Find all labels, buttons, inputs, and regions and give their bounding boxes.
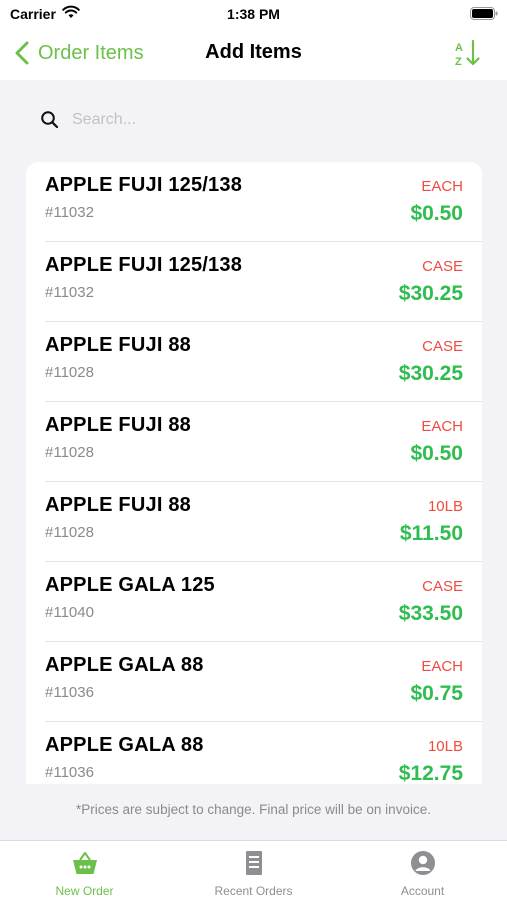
list-item[interactable]: APPLE FUJI 88 #11028 EACH $0.50 bbox=[26, 402, 482, 482]
search-icon bbox=[41, 111, 59, 129]
item-sku: #11036 bbox=[45, 684, 94, 701]
item-name: APPLE FUJI 125/138 bbox=[45, 174, 243, 196]
item-price: $12.75 bbox=[398, 762, 463, 784]
list-item[interactable]: APPLE FUJI 88 #11028 10LB $11.50 bbox=[26, 482, 482, 562]
list-item[interactable]: APPLE GALA 88 #11036 10LB $12.75 bbox=[26, 722, 482, 784]
clock: 1:38 PM bbox=[227, 6, 280, 22]
item-name: APPLE FUJI 88 bbox=[45, 334, 191, 356]
tab-label: New Order bbox=[55, 884, 114, 898]
item-sku: #11036 bbox=[45, 764, 94, 781]
tab-label: Recent Orders bbox=[214, 884, 293, 898]
item-price: $33.50 bbox=[398, 602, 463, 625]
item-name: APPLE FUJI 88 bbox=[45, 414, 191, 436]
item-unit: CASE bbox=[422, 578, 463, 595]
basket-icon bbox=[72, 852, 97, 874]
item-price: $30.25 bbox=[398, 282, 463, 305]
navigation-bar: Order Items Add Items A Z bbox=[0, 28, 507, 80]
item-sku: #11032 bbox=[45, 284, 94, 301]
item-sku: #11028 bbox=[45, 524, 94, 541]
item-price: $0.75 bbox=[410, 682, 463, 705]
account-icon bbox=[410, 851, 435, 875]
list-item[interactable]: APPLE GALA 88 #11036 EACH $0.75 bbox=[26, 642, 482, 722]
tab-new-order[interactable]: New Order bbox=[0, 841, 169, 900]
item-unit: CASE bbox=[422, 258, 463, 275]
item-unit: 10LB bbox=[427, 738, 463, 755]
item-sku: #11032 bbox=[45, 204, 94, 221]
item-name: APPLE FUJI 125/138 bbox=[45, 254, 243, 276]
battery-icon bbox=[470, 7, 498, 20]
search-bar bbox=[28, 96, 480, 144]
list-item[interactable]: APPLE FUJI 125/138 #11032 EACH $0.50 bbox=[26, 162, 482, 242]
item-unit: EACH bbox=[421, 178, 463, 195]
item-sku: #11028 bbox=[45, 364, 94, 381]
search-input[interactable] bbox=[72, 111, 452, 129]
list-item[interactable]: APPLE FUJI 88 #11028 CASE $30.25 bbox=[26, 322, 482, 402]
tab-recent-orders[interactable]: Recent Orders bbox=[169, 841, 338, 900]
list-item[interactable]: APPLE FUJI 125/138 #11032 CASE $30.25 bbox=[26, 242, 482, 322]
item-unit: EACH bbox=[421, 658, 463, 675]
sort-az-icon[interactable]: A Z bbox=[453, 38, 483, 68]
price-disclaimer: *Prices are subject to change. Final pri… bbox=[76, 802, 431, 817]
item-sku: #11040 bbox=[45, 604, 94, 621]
list-item[interactable]: APPLE GALA 125 #11040 CASE $33.50 bbox=[26, 562, 482, 642]
item-price: $0.50 bbox=[410, 202, 463, 225]
svg-text:Z: Z bbox=[455, 56, 462, 68]
item-sku: #11028 bbox=[45, 444, 94, 461]
item-price: $11.50 bbox=[399, 522, 463, 545]
item-list: APPLE FUJI 125/138 #11032 EACH $0.50 APP… bbox=[26, 162, 482, 784]
item-price: $30.25 bbox=[398, 362, 463, 385]
svg-text:A: A bbox=[455, 42, 463, 54]
receipt-icon bbox=[245, 851, 262, 875]
item-name: APPLE GALA 125 bbox=[45, 574, 215, 596]
item-name: APPLE FUJI 88 bbox=[45, 494, 191, 516]
item-name: APPLE GALA 88 bbox=[45, 734, 204, 756]
item-name: APPLE GALA 88 bbox=[45, 654, 204, 676]
page-title: Add Items bbox=[205, 41, 302, 63]
tab-account[interactable]: Account bbox=[338, 841, 507, 900]
tab-label: Account bbox=[400, 884, 445, 898]
item-unit: EACH bbox=[421, 418, 463, 435]
tab-bar: New Order Recent Orders Account bbox=[0, 840, 507, 900]
item-price: $0.50 bbox=[410, 442, 463, 465]
item-unit: 10LB bbox=[427, 498, 463, 515]
item-unit: CASE bbox=[422, 338, 463, 355]
status-bar: Carrier 1:38 PM bbox=[0, 0, 507, 28]
